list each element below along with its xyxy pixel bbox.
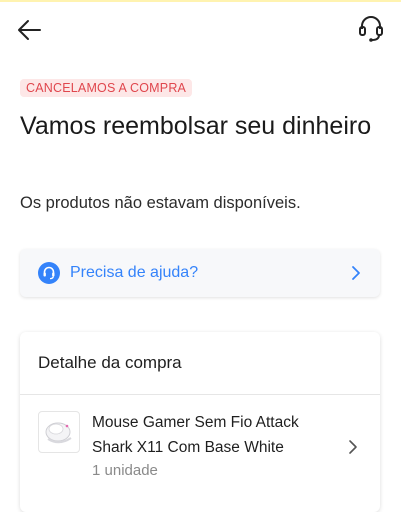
status-badge: CANCELAMOS A COMPRA [20, 79, 193, 97]
support-button[interactable] [357, 14, 385, 44]
headset-icon [38, 262, 60, 284]
product-quantity: 1 unidade [92, 462, 158, 479]
page-subtitle: Os produtos não estavam disponíveis. [20, 194, 301, 212]
app-header [0, 0, 401, 60]
headset-icon [359, 16, 383, 42]
product-name: Mouse Gamer Sem Fio Attack Shark X11 Com… [92, 414, 299, 456]
purchase-detail-title: Detalhe da compra [38, 353, 182, 372]
help-card[interactable]: Precisa de ajuda? [20, 249, 380, 297]
page-title: Vamos reembolsar seu dinheiro [20, 112, 372, 140]
help-label: Precisa de ajuda? [70, 264, 199, 281]
mouse-product-image [38, 411, 80, 453]
chevron-right-icon [352, 266, 360, 280]
chevron-right-icon [349, 440, 357, 454]
back-button[interactable] [16, 16, 44, 44]
arrow-left-icon [18, 20, 41, 40]
product-row[interactable]: Mouse Gamer Sem Fio Attack Shark X11 Com… [20, 395, 380, 512]
purchase-detail-card: Detalhe da compra Mouse Gamer Sem Fio At… [20, 332, 380, 512]
